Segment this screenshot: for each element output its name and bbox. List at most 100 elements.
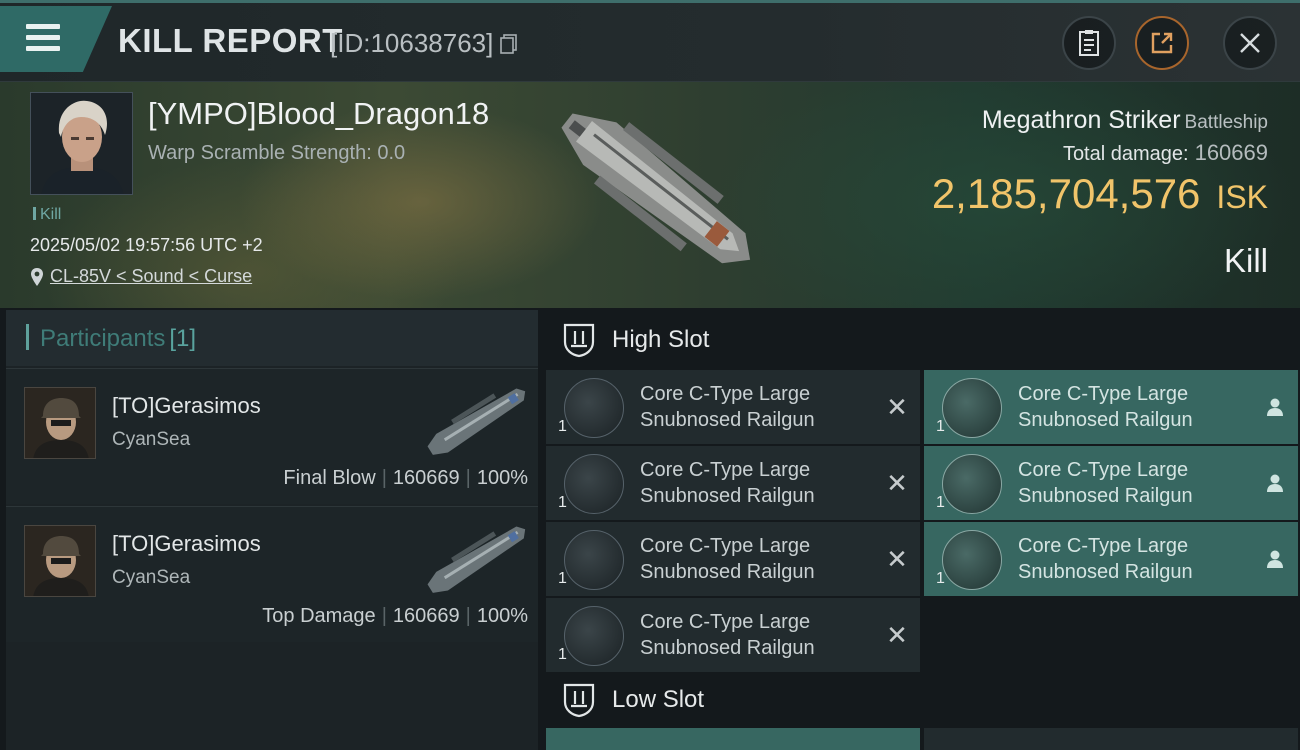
top-accent-line <box>0 0 1300 3</box>
high-slot-label: High Slot <box>612 326 710 353</box>
participant-stats: Final Blow | 160669 | 100% <box>283 467 528 489</box>
isk-amount: 2,185,704,576 <box>931 170 1201 217</box>
participant-damage: 160669 <box>392 605 460 627</box>
kill-datetime: 2025/05/02 19:57:56 UTC +2 <box>30 235 263 255</box>
ship-name[interactable]: Megathron Striker <box>982 106 1181 134</box>
low-slot-label: Low Slot <box>612 686 705 713</box>
isk-unit: ISK <box>1216 179 1268 215</box>
participants-title: Participants [1] <box>40 325 196 353</box>
high-slot-header: High Slot <box>546 312 1300 368</box>
module-name: Core C-Type Large Snubnosed Railgun <box>1018 459 1193 507</box>
railgun-icon <box>942 378 1002 438</box>
module-quantity: 1 <box>558 494 567 511</box>
participant-row[interactable]: [TO]Gerasimos CyanSea Final Blow | 160669 |… <box>6 368 538 504</box>
railgun-icon <box>564 454 624 514</box>
ship-info: Megathron Striker Battleship <box>982 106 1268 135</box>
participant-role: Top Damage <box>262 605 376 627</box>
module-quantity: 1 <box>558 646 567 663</box>
module-slot[interactable]: 1 Core C-Type Large Snubnosed Railgun ✕ <box>546 598 920 672</box>
menu-button[interactable] <box>0 6 112 72</box>
module-quantity: 1 <box>558 570 567 587</box>
railgun-icon <box>564 530 624 590</box>
victim-avatar[interactable] <box>30 92 133 195</box>
module-slot[interactable] <box>546 728 920 750</box>
module-slot[interactable]: 1 Core C-Type Large Snubnosed Railgun <box>924 446 1298 520</box>
kill-location[interactable]: CL-85V < Sound < Curse <box>30 266 252 287</box>
participant-corp: CyanSea <box>112 429 191 450</box>
top-bar: KILL REPORT [ID:10638763] <box>0 0 1300 82</box>
x-icon: ✕ <box>886 619 908 650</box>
participants-header: Participants [1] <box>6 310 538 366</box>
participant-ship-image <box>427 526 526 593</box>
x-icon: ✕ <box>886 391 908 422</box>
participant-percent: 100% <box>476 605 528 627</box>
shield-slot-icon <box>563 323 595 358</box>
location-pin-icon <box>31 267 43 286</box>
menu-icon <box>26 24 60 52</box>
participant-corp: CyanSea <box>112 567 191 588</box>
isk-value: 2,185,704,576 ISK <box>932 170 1268 218</box>
copy-icon[interactable] <box>500 34 518 54</box>
shield-slot-icon <box>563 683 595 718</box>
participants-label: Participants <box>40 325 166 352</box>
module-name: Core C-Type Large Snubnosed Railgun <box>1018 535 1193 583</box>
participants-panel: Participants [1] [TO]Gerasimos CyanSea Fi <box>6 310 538 750</box>
railgun-icon <box>942 454 1002 514</box>
participant-ship-image <box>427 388 526 455</box>
module-name: Core C-Type Large Snubnosed Railgun <box>640 383 815 431</box>
close-button[interactable] <box>1223 16 1277 70</box>
participant-name[interactable]: [TO]Gerasimos <box>112 393 261 419</box>
module-name: Core C-Type Large Snubnosed Railgun <box>640 459 815 507</box>
share-button[interactable] <box>1135 16 1189 70</box>
module-slot[interactable]: 1 Core C-Type Large Snubnosed Railgun <box>924 522 1298 596</box>
x-icon: ✕ <box>886 467 908 498</box>
participant-avatar[interactable] <box>24 387 96 459</box>
header-accent <box>26 324 29 350</box>
module-quantity: 1 <box>558 418 567 435</box>
module-quantity: 1 <box>936 570 945 587</box>
participant-avatar[interactable] <box>24 525 96 597</box>
clipboard-icon <box>1079 30 1099 56</box>
kill-tag: Kill <box>33 206 61 224</box>
module-slot[interactable]: 1 Core C-Type Large Snubnosed Railgun ✕ <box>546 446 920 520</box>
module-name: Core C-Type Large Snubnosed Railgun <box>640 535 815 583</box>
report-id: [ID:10638763] <box>330 28 494 58</box>
victim-banner: [YMPO]Blood_Dragon18 Warp Scramble Stren… <box>0 82 1300 308</box>
module-name: Core C-Type Large Snubnosed Railgun <box>1018 383 1193 431</box>
person-icon <box>1262 394 1288 420</box>
module-slot[interactable]: 1 Core C-Type Large Snubnosed Railgun <box>924 370 1298 444</box>
module-slot[interactable]: 1 Core C-Type Large Snubnosed Railgun ✕ <box>546 370 920 444</box>
clipboard-button[interactable] <box>1062 16 1116 70</box>
participant-role: Final Blow <box>283 467 376 489</box>
participant-damage: 160669 <box>392 467 460 489</box>
location-link[interactable]: CL-85V < Sound < Curse <box>50 266 252 287</box>
participant-percent: 100% <box>476 467 528 489</box>
ship-class: Battleship <box>1184 112 1268 133</box>
module-slot[interactable] <box>924 728 1298 750</box>
share-icon <box>1151 32 1173 54</box>
participant-name[interactable]: [TO]Gerasimos <box>112 531 261 557</box>
total-damage-value: 160669 <box>1194 140 1268 165</box>
participant-stats: Top Damage | 160669 | 100% <box>262 605 528 627</box>
total-damage-label: Total damage: <box>1062 143 1189 165</box>
warp-scramble-strength: Warp Scramble Strength: 0.0 <box>148 142 406 164</box>
participants-count: [1] <box>169 325 197 352</box>
kill-result: Kill <box>1223 242 1268 279</box>
module-slot[interactable]: 1 Core C-Type Large Snubnosed Railgun ✕ <box>546 522 920 596</box>
victim-ship-image <box>561 113 751 264</box>
person-icon <box>1262 546 1288 572</box>
railgun-icon <box>564 606 624 666</box>
railgun-icon <box>564 378 624 438</box>
close-icon <box>1240 33 1260 53</box>
page-title: KILL REPORT <box>118 22 343 59</box>
module-quantity: 1 <box>936 494 945 511</box>
person-icon <box>1262 470 1288 496</box>
railgun-icon <box>942 530 1002 590</box>
module-name: Core C-Type Large Snubnosed Railgun <box>640 611 815 659</box>
low-slot-header: Low Slot <box>546 672 1300 728</box>
x-icon: ✕ <box>886 543 908 574</box>
participant-row[interactable]: [TO]Gerasimos CyanSea Top Damage | 160669 |… <box>6 506 538 642</box>
total-damage: Total damage: 160669 <box>1063 140 1268 166</box>
module-quantity: 1 <box>936 418 945 435</box>
victim-name[interactable]: [YMPO]Blood_Dragon18 <box>148 96 489 132</box>
